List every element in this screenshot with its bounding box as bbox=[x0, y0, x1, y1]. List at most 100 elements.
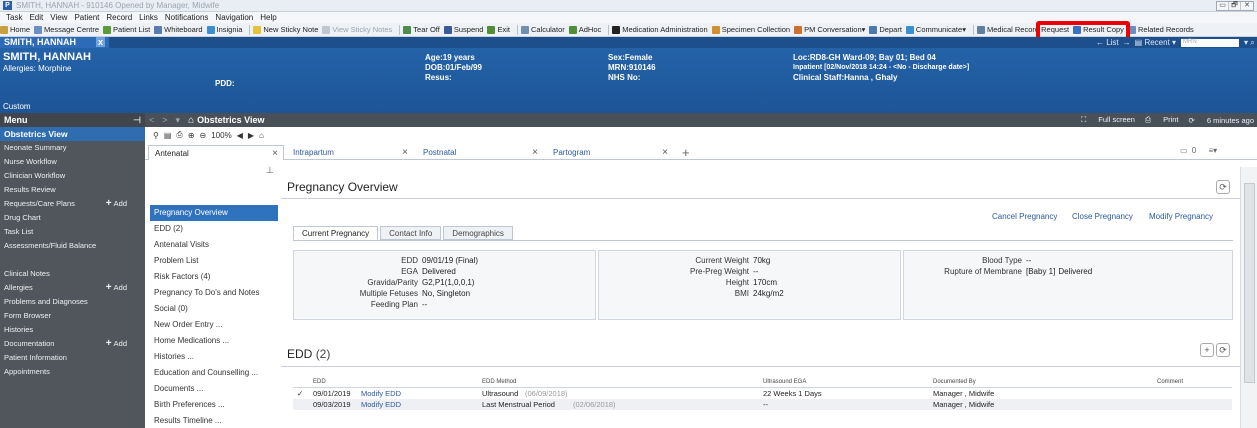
tab-contact-info[interactable]: Contact Info bbox=[380, 226, 442, 240]
modify-pregnancy-link[interactable]: Modify Pregnancy bbox=[1149, 212, 1213, 221]
dropdown-icon[interactable]: ▾ bbox=[862, 25, 866, 34]
col-ultrasound-ega[interactable]: Ultrasound EGA bbox=[763, 377, 806, 388]
menu-help[interactable]: Help bbox=[260, 13, 276, 22]
toolbar-suspend-button[interactable]: Suspend bbox=[443, 25, 483, 34]
current-weight-link[interactable]: 70kg bbox=[753, 255, 770, 266]
menu-item-clinical-notes[interactable]: Clinical Notes bbox=[0, 267, 145, 281]
inbox-icon[interactable]: ▭ bbox=[1180, 146, 1188, 155]
tab-current-pregnancy[interactable]: Current Pregnancy bbox=[293, 226, 379, 240]
tab-postnatal[interactable]: Postnatal × bbox=[417, 145, 543, 160]
menu-item-obstetrics-view[interactable]: Obstetrics View bbox=[0, 127, 145, 141]
home-icon[interactable]: ⌂ bbox=[188, 115, 194, 126]
nav-item-education-and-counselling[interactable]: Education and Counselling ... bbox=[150, 365, 278, 381]
menu-links[interactable]: Links bbox=[139, 13, 158, 22]
toolbar-pm-conversation-button[interactable]: PM Conversation ▾ bbox=[794, 25, 865, 34]
menu-item-assessments-fluid-balance[interactable]: Assessments/Fluid Balance bbox=[0, 239, 145, 253]
tab-close-icon[interactable]: × bbox=[532, 145, 538, 160]
toolbar-specimen-collection-button[interactable]: Specimen Collection bbox=[711, 25, 790, 34]
toolbar-insignia-button[interactable]: Insignia bbox=[206, 25, 242, 34]
toolbar-view-sticky-notes-button[interactable]: View Sticky Notes bbox=[322, 25, 392, 34]
nav-item-home-medications[interactable]: Home Medications ... bbox=[150, 333, 278, 349]
toolbar-calculator-button[interactable]: Calculator bbox=[520, 25, 565, 34]
modify-edd-link[interactable]: Modify EDD bbox=[361, 399, 401, 410]
toolbar-communicate-button[interactable]: Communicate ▾ bbox=[905, 25, 966, 34]
vertical-scrollbar[interactable] bbox=[1240, 167, 1257, 428]
menu-item-neonate-summary[interactable]: Neonate Summary bbox=[0, 141, 145, 155]
menu-edit[interactable]: Edit bbox=[29, 13, 43, 22]
table-row[interactable]: 09/03/2019 Modify EDD Last Menstrual Per… bbox=[293, 399, 1232, 410]
add-icon[interactable]: + bbox=[1200, 343, 1214, 357]
gravida-parity-link[interactable]: G2,P1(1,0,0,1) bbox=[422, 277, 474, 288]
menu-item-clinician-workflow[interactable]: Clinician Workflow bbox=[0, 169, 145, 183]
toolbar-exit-button[interactable]: Exit bbox=[487, 25, 510, 34]
forward-arrow-icon[interactable]: → bbox=[1123, 38, 1131, 47]
close-pregnancy-link[interactable]: Close Pregnancy bbox=[1072, 212, 1133, 221]
menu-item-documentation[interactable]: Documentation + Add bbox=[0, 337, 145, 351]
binoculars-icon[interactable]: ⚲ bbox=[153, 131, 159, 140]
tab-close-icon[interactable]: × bbox=[402, 145, 408, 160]
menu-item-task-list[interactable]: Task List bbox=[0, 225, 145, 239]
restore-button[interactable]: 🗗 bbox=[1229, 2, 1241, 10]
menu-item-form-browser[interactable]: Form Browser bbox=[0, 309, 145, 323]
col-comment[interactable]: Comment bbox=[1157, 377, 1183, 388]
back-nav-icon[interactable]: < bbox=[149, 115, 154, 125]
menu-item-drug-chart[interactable]: Drug Chart bbox=[0, 211, 145, 225]
menu-item-histories[interactable]: Histories bbox=[0, 323, 145, 337]
forward-nav-icon[interactable]: > bbox=[162, 115, 167, 125]
nav-item-antenatal-visits[interactable]: Antenatal Visits bbox=[150, 237, 278, 253]
patient-tab-close-icon[interactable]: x bbox=[96, 37, 106, 47]
tab-demographics[interactable]: Demographics bbox=[443, 226, 513, 240]
home-small-icon[interactable]: ⌂ bbox=[259, 131, 264, 140]
list-button[interactable]: List bbox=[1106, 38, 1118, 47]
nav-item-problem-list[interactable]: Problem List bbox=[150, 253, 278, 269]
zoom-in-icon[interactable]: ⊕ bbox=[188, 131, 195, 140]
nav-back-icon[interactable]: ◀ bbox=[237, 131, 243, 140]
patient-tab[interactable]: SMITH, HANNAH x bbox=[0, 37, 110, 48]
toolbar-depart-button[interactable]: Depart bbox=[869, 25, 902, 34]
menu-navigation[interactable]: Navigation bbox=[215, 13, 253, 22]
col-edd[interactable]: EDD bbox=[313, 377, 326, 388]
nav-item-new-order-entry[interactable]: New Order Entry ... bbox=[150, 317, 278, 333]
menu-item-results-review[interactable]: Results Review bbox=[0, 183, 145, 197]
pin-icon[interactable]: ⊣ bbox=[133, 113, 141, 127]
print-icon[interactable]: ⎙ bbox=[176, 130, 182, 140]
toolbar-new-sticky-note-button[interactable]: New Sticky Note bbox=[253, 25, 318, 34]
table-row[interactable]: ✓ 09/01/2019 Modify EDD Ultrasound (06/0… bbox=[293, 388, 1232, 399]
zoom-out-icon[interactable]: ⊖ bbox=[200, 131, 207, 140]
recent-dropdown-icon[interactable]: ▾ bbox=[1170, 38, 1176, 47]
back-arrow-icon[interactable]: ← bbox=[1096, 38, 1106, 47]
minimize-button[interactable]: ▭ bbox=[1217, 2, 1229, 10]
tab-partogram[interactable]: Partogram × bbox=[547, 145, 673, 160]
search-options-icon[interactable]: ▾ ⌕ bbox=[1244, 38, 1257, 48]
nav-item-documents[interactable]: Documents ... bbox=[150, 381, 278, 397]
menu-task[interactable]: Task bbox=[6, 13, 22, 22]
nav-item-pregnancy-to-do-s-and-notes[interactable]: Pregnancy To Do's and Notes bbox=[150, 285, 278, 301]
toolbar-message-centre-button[interactable]: Message Centre bbox=[34, 25, 99, 34]
tab-antenatal[interactable]: Antenatal × bbox=[148, 145, 284, 160]
add-tab-icon[interactable]: + bbox=[682, 145, 690, 160]
toolbar-tear-off-button[interactable]: Tear Off bbox=[403, 25, 440, 34]
menu-record[interactable]: Record bbox=[106, 13, 132, 22]
tab-close-icon[interactable]: × bbox=[662, 145, 668, 160]
close-button[interactable]: ✕ bbox=[1241, 2, 1253, 10]
col-edd-method[interactable]: EDD Method bbox=[482, 377, 516, 388]
full-screen-button[interactable]: ⛶ Full screen bbox=[1081, 115, 1135, 125]
toolbar-medication-administration-button[interactable]: Medication Administration bbox=[612, 25, 708, 34]
toolbar-home-button[interactable]: Home bbox=[0, 25, 30, 34]
menu-notifications[interactable]: Notifications bbox=[165, 13, 209, 22]
menu-item-nurse-workflow[interactable]: Nurse Workflow bbox=[0, 155, 145, 169]
refresh-icon[interactable]: ⟳ bbox=[1216, 180, 1230, 194]
nav-item-birth-preferences[interactable]: Birth Preferences ... bbox=[150, 397, 278, 413]
nav-item-pregnancy-overview[interactable]: Pregnancy Overview bbox=[150, 205, 278, 221]
nav-item-edd-2[interactable]: EDD (2) bbox=[150, 221, 278, 237]
menu-patient[interactable]: Patient bbox=[74, 13, 99, 22]
toolbar-related-records-button[interactable]: Related Records bbox=[1127, 25, 1194, 34]
refresh-status[interactable]: ⟳ 6 minutes ago bbox=[1189, 116, 1255, 125]
toolbar-adhoc-button[interactable]: AdHoc bbox=[568, 25, 601, 34]
dropdown-icon[interactable]: ▾ bbox=[176, 115, 181, 126]
page-icon[interactable]: ▤ bbox=[164, 131, 172, 140]
col-documented-by[interactable]: Documented By bbox=[933, 377, 976, 388]
recent-button[interactable]: Recent bbox=[1144, 38, 1169, 47]
mrn-search-input[interactable]: MRN bbox=[1181, 38, 1240, 47]
nav-item-social-0[interactable]: Social (0) bbox=[150, 301, 278, 317]
